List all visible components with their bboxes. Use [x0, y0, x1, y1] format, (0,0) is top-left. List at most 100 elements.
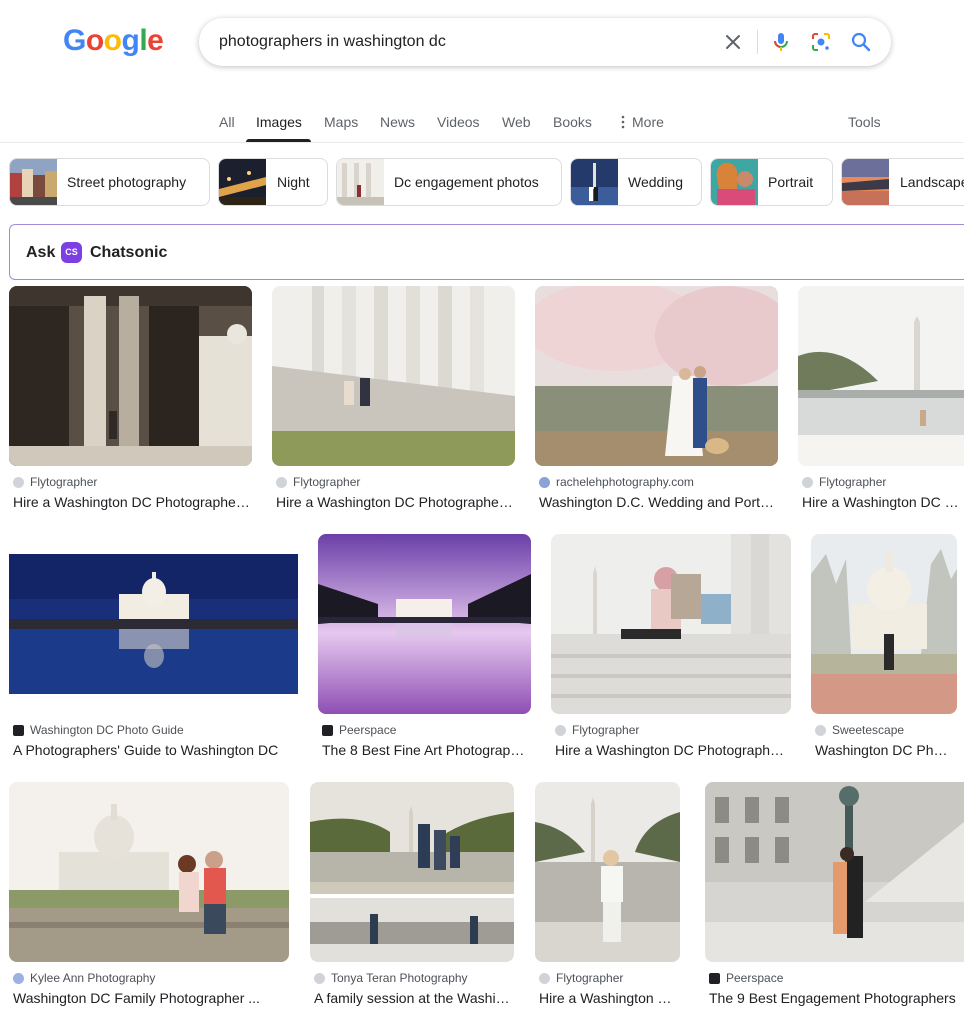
- result-source-name: Flytographer: [293, 475, 361, 489]
- result-source[interactable]: Peerspace: [709, 971, 783, 985]
- logo-letter: G: [63, 24, 86, 57]
- result-source[interactable]: Flytographer: [539, 971, 623, 985]
- result-source-name: Sweetescape: [832, 723, 905, 737]
- ask-label: Ask: [26, 244, 56, 261]
- result-title[interactable]: Washington DC Photographer: [815, 742, 955, 758]
- chip-label: Night: [277, 174, 310, 190]
- google-logo[interactable]: Google: [63, 24, 164, 58]
- site-favicon-icon: [802, 476, 813, 488]
- result-title[interactable]: Hire a Washington DC Photographer ...: [276, 494, 513, 510]
- chip-dc-engagement-photos[interactable]: Dc engagement photos: [336, 158, 562, 206]
- result-source[interactable]: rachelehphotography.com: [539, 475, 694, 489]
- result-title[interactable]: Washington D.C. Wedding and Portrait ...: [539, 494, 776, 510]
- tools-button[interactable]: Tools: [848, 114, 881, 130]
- result-image[interactable]: [9, 286, 252, 466]
- logo-letter: g: [121, 24, 140, 57]
- result-image[interactable]: [705, 782, 964, 962]
- chatsonic-icon: CS: [61, 242, 82, 263]
- result-source[interactable]: Kylee Ann Photography: [13, 971, 155, 985]
- chip-thumbnail: [337, 159, 384, 205]
- result-image[interactable]: [272, 286, 515, 466]
- site-favicon-icon: [815, 724, 826, 736]
- google-lens-icon[interactable]: [809, 30, 833, 54]
- chip-thumbnail: [10, 159, 57, 205]
- site-favicon-icon: [709, 972, 720, 984]
- site-favicon-icon: [555, 724, 566, 736]
- tab-more[interactable]: More: [620, 114, 664, 130]
- tab-more-label: More: [632, 114, 664, 130]
- tab-images[interactable]: Images: [256, 114, 302, 130]
- result-image[interactable]: [318, 534, 531, 714]
- result-source[interactable]: Peerspace: [322, 723, 396, 737]
- result-title[interactable]: A Photographers' Guide to Washington DC: [13, 742, 296, 758]
- search-input[interactable]: photographers in washington dc: [219, 33, 446, 51]
- microphone-icon[interactable]: [769, 30, 793, 54]
- search-icon[interactable]: [849, 30, 873, 54]
- result-source[interactable]: Sweetescape: [815, 723, 904, 737]
- tab-web[interactable]: Web: [502, 114, 531, 130]
- result-source-name: Peerspace: [339, 723, 397, 737]
- chip-wedding[interactable]: Wedding: [570, 158, 702, 206]
- result-image[interactable]: [310, 782, 514, 962]
- site-favicon-icon: [13, 972, 24, 984]
- chip-street-photography[interactable]: Street photography: [9, 158, 210, 206]
- logo-letter: e: [147, 24, 164, 57]
- result-image[interactable]: [9, 782, 289, 962]
- result-title[interactable]: The 8 Best Fine Art Photography ...: [322, 742, 529, 758]
- result-title[interactable]: Washington DC Family Photographer ...: [13, 990, 287, 1006]
- tab-maps[interactable]: Maps: [324, 114, 358, 130]
- result-source[interactable]: Flytographer: [802, 475, 886, 489]
- site-favicon-icon: [13, 476, 24, 488]
- result-title[interactable]: Hire a Washington DC Photographer ...: [13, 494, 250, 510]
- logo-letter: l: [139, 24, 148, 57]
- close-icon[interactable]: [721, 30, 745, 54]
- chip-label: Portrait: [768, 174, 814, 190]
- result-source-name: rachelehphotography.com: [556, 475, 694, 489]
- site-favicon-icon: [13, 724, 24, 736]
- site-favicon-icon: [314, 972, 325, 984]
- result-image[interactable]: [9, 534, 298, 714]
- result-source[interactable]: Flytographer: [276, 475, 360, 489]
- result-source-name: Peerspace: [726, 971, 784, 985]
- result-source-name: Tonya Teran Photography: [331, 971, 468, 985]
- ask-chatsonic-bar[interactable]: Ask CS Chatsonic: [9, 224, 964, 280]
- chip-thumbnail: [219, 159, 266, 205]
- chip-label: Street photography: [67, 174, 187, 190]
- result-title[interactable]: Hire a Washington DC ...: [539, 990, 678, 1006]
- more-vert-icon: [621, 115, 625, 129]
- result-image[interactable]: [535, 286, 778, 466]
- result-image[interactable]: [798, 286, 964, 466]
- result-title[interactable]: Hire a Washington DC Photographer ...: [555, 742, 789, 758]
- result-title[interactable]: The 9 Best Engagement Photographers: [709, 990, 964, 1006]
- chip-night[interactable]: Night: [218, 158, 328, 206]
- chip-thumbnail: [842, 159, 889, 205]
- result-title[interactable]: Hire a Washington DC Photographer: [802, 494, 964, 510]
- result-title[interactable]: A family session at the Washington ...: [314, 990, 512, 1006]
- result-image[interactable]: [811, 534, 957, 714]
- tab-videos[interactable]: Videos: [437, 114, 480, 130]
- result-source-name: Kylee Ann Photography: [30, 971, 156, 985]
- result-source[interactable]: Tonya Teran Photography: [314, 971, 468, 985]
- chip-landscape[interactable]: Landscape: [841, 158, 964, 206]
- result-source-name: Washington DC Photo Guide: [30, 723, 184, 737]
- result-source-name: Flytographer: [556, 971, 624, 985]
- chatsonic-label: Chatsonic: [90, 244, 168, 261]
- site-favicon-icon: [276, 476, 287, 488]
- result-source[interactable]: Washington DC Photo Guide: [13, 723, 184, 737]
- result-source[interactable]: Flytographer: [555, 723, 639, 737]
- chip-portrait[interactable]: Portrait: [710, 158, 833, 206]
- result-source[interactable]: Flytographer: [13, 475, 97, 489]
- result-source-name: Flytographer: [572, 723, 640, 737]
- chip-label: Dc engagement photos: [394, 174, 539, 190]
- result-source-name: Flytographer: [30, 475, 98, 489]
- chip-thumbnail: [571, 159, 618, 205]
- logo-letter: o: [85, 24, 104, 57]
- result-image[interactable]: [551, 534, 791, 714]
- search-box[interactable]: photographers in washington dc: [199, 18, 891, 66]
- result-image[interactable]: [535, 782, 680, 962]
- result-source-name: Flytographer: [819, 475, 887, 489]
- tab-news[interactable]: News: [380, 114, 415, 130]
- search-divider: [757, 30, 758, 54]
- tab-books[interactable]: Books: [553, 114, 592, 130]
- tab-all[interactable]: All: [219, 114, 235, 130]
